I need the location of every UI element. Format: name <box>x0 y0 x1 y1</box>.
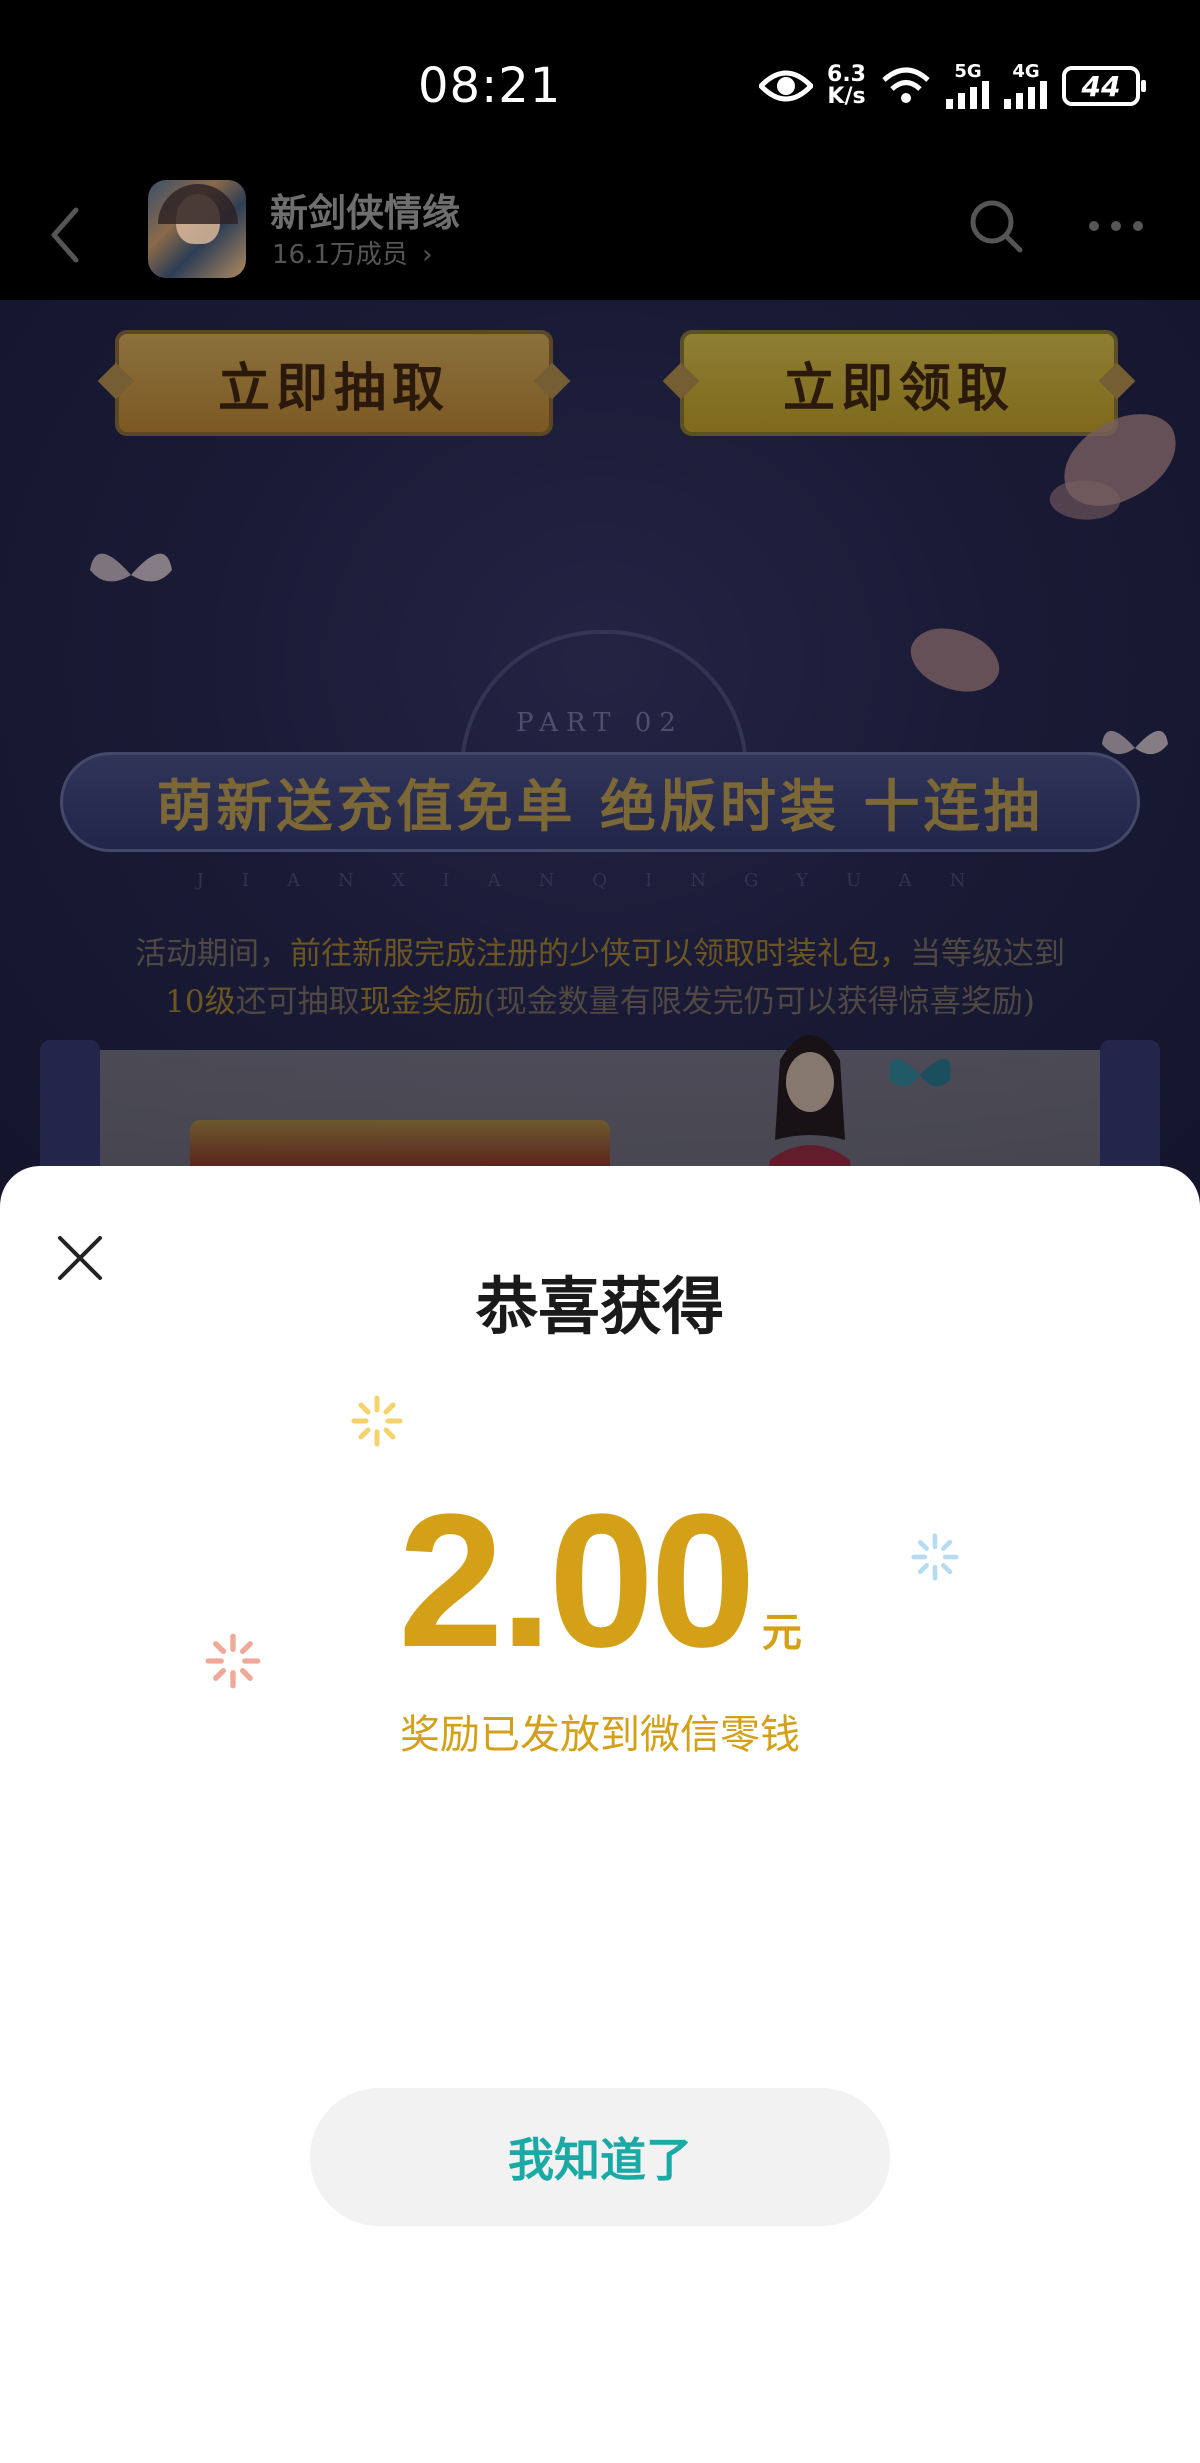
signal-icon <box>1004 81 1047 109</box>
sparkle-icon <box>351 1395 403 1447</box>
group-members-link[interactable]: 16.1万成员 › <box>272 234 433 271</box>
search-icon[interactable] <box>968 198 1024 254</box>
net-speed-value: 6.3 <box>827 62 866 87</box>
network-5g-label: 5G <box>954 61 982 82</box>
app-header: 新剑侠情缘 16.1万成员 › <box>0 170 1200 300</box>
signal-4g: 4G <box>1004 63 1048 109</box>
network-4g-label: 4G <box>1012 61 1040 82</box>
reward-amount: 2.00 <box>398 1475 756 1687</box>
net-speed-unit: K/s <box>827 84 866 109</box>
reward-amount-row: 2.00 元 <box>0 1486 1200 1676</box>
status-time: 08:21 <box>418 58 562 114</box>
group-members-count: 16.1万成员 <box>272 240 408 270</box>
status-icons: 6.3 K/s 5G 4G 44 <box>759 56 1146 116</box>
net-speed: 6.3 K/s <box>827 64 866 108</box>
group-name[interactable]: 新剑侠情缘 <box>270 182 460 237</box>
dim-overlay[interactable] <box>0 300 1200 1200</box>
wifi-icon <box>882 67 930 103</box>
activity-page: 立即抽取 立即领取 PART 02 萌新送充值免单 绝版时装 十连抽 JIANX… <box>0 300 1200 1200</box>
group-avatar[interactable] <box>148 180 246 278</box>
reward-bottom-sheet: 恭喜获得 2.00 元 奖励已发放到微信零钱 我知道了 <box>0 1166 1200 2463</box>
battery-icon: 44 <box>1062 66 1146 106</box>
status-bar: 08:21 6.3 K/s 5G 4G 44 <box>0 0 1200 170</box>
reward-note: 奖励已发放到微信零钱 <box>400 1712 800 1758</box>
got-it-button[interactable]: 我知道了 <box>310 2088 890 2226</box>
battery-level: 44 <box>1081 69 1121 103</box>
sheet-title: 恭喜获得 <box>475 1270 724 1343</box>
more-horizontal-icon[interactable] <box>1086 216 1146 236</box>
eye-icon <box>759 70 814 102</box>
currency-unit: 元 <box>761 1610 802 1656</box>
chevron-right-icon: › <box>422 240 433 270</box>
signal-5g: 5G <box>946 63 990 109</box>
signal-icon <box>946 81 989 109</box>
screen: 08:21 6.3 K/s 5G 4G 44 新剑侠情缘 16.1万成员 › 立… <box>0 0 1200 2463</box>
chevron-left-icon[interactable] <box>40 198 90 272</box>
